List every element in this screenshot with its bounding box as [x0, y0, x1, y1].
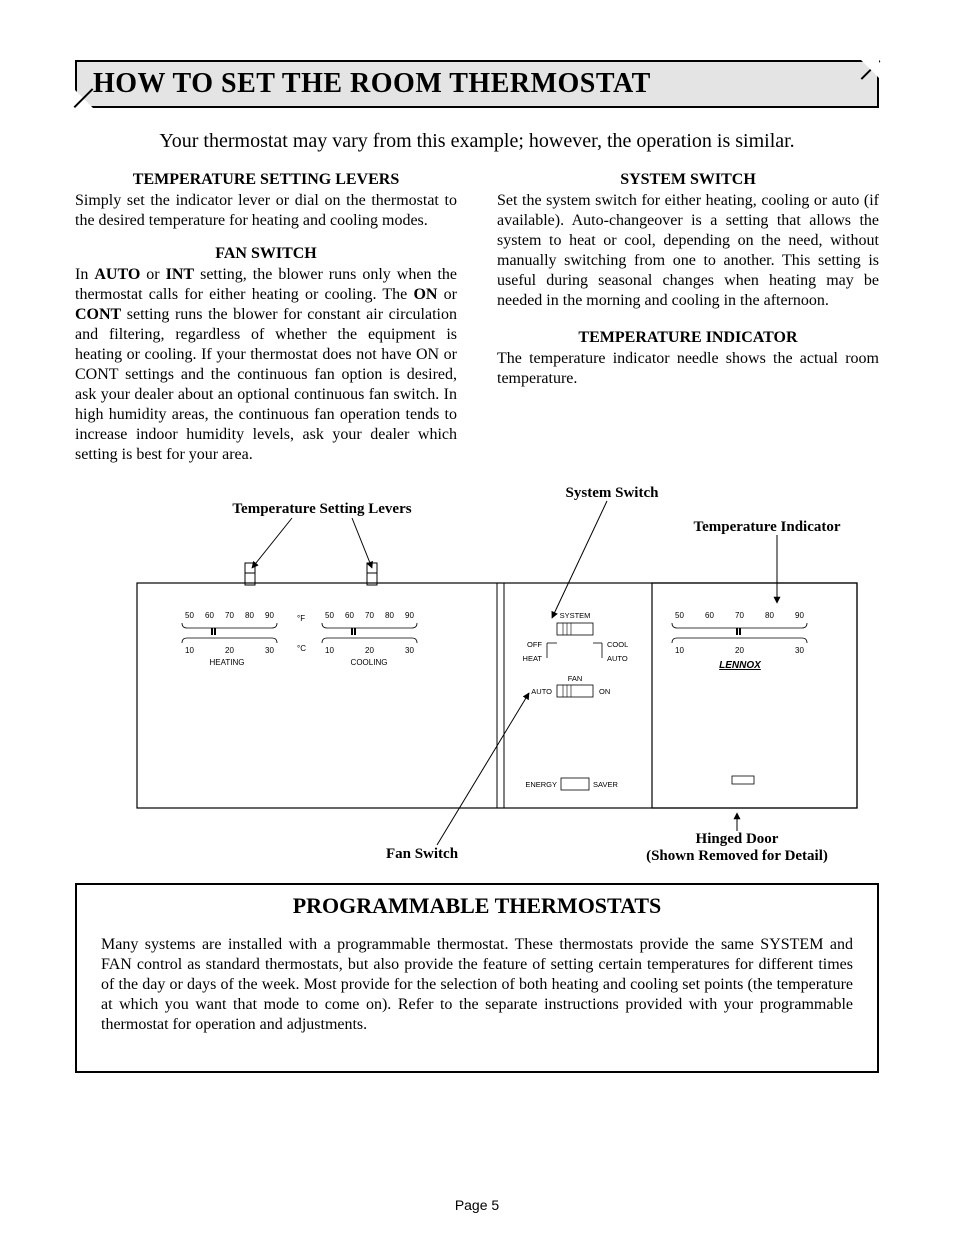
bold: AUTO: [94, 266, 140, 283]
svg-text:90: 90: [795, 611, 804, 620]
svg-text:50: 50: [325, 611, 334, 620]
svg-text:AUTO: AUTO: [607, 654, 628, 663]
programmable-body: Many systems are installed with a progra…: [101, 935, 853, 1035]
svg-text:HEAT: HEAT: [523, 654, 543, 663]
right-column: SYSTEM SWITCH Set the system switch for …: [497, 171, 879, 479]
callout-hinged-door-2: (Shown Removed for Detail): [646, 848, 828, 864]
callout-temp-indicator: Temperature Indicator: [693, 519, 840, 535]
svg-text:80: 80: [765, 611, 774, 620]
system-switch-group: SYSTEM OFF HEAT COOL AUTO: [523, 611, 629, 663]
svg-text:10: 10: [185, 646, 194, 655]
text: In: [75, 266, 94, 283]
temp-levers-heading: TEMPERATURE SETTING LEVERS: [75, 171, 457, 189]
bold: ON: [413, 286, 437, 303]
programmable-heading: PROGRAMMABLE THERMOSTATS: [101, 893, 853, 919]
callout-system-switch: System Switch: [566, 485, 660, 501]
svg-text:20: 20: [365, 646, 374, 655]
two-column-body: TEMPERATURE SETTING LEVERS Simply set th…: [75, 171, 879, 479]
svg-text:SAVER: SAVER: [593, 780, 618, 789]
brand-label: LENNOX: [719, 660, 762, 671]
svg-text:AUTO: AUTO: [531, 687, 552, 696]
svg-text:OFF: OFF: [527, 640, 542, 649]
svg-text:70: 70: [365, 611, 374, 620]
svg-text:50: 50: [675, 611, 684, 620]
thermostat-diagram: Temperature Setting Levers System Switch…: [75, 483, 879, 873]
svg-text:90: 90: [405, 611, 414, 620]
system-switch-body: Set the system switch for either heating…: [497, 191, 879, 311]
svg-text:10: 10: [325, 646, 334, 655]
svg-text:90: 90: [265, 611, 274, 620]
left-column: TEMPERATURE SETTING LEVERS Simply set th…: [75, 171, 457, 479]
svg-text:80: 80: [245, 611, 254, 620]
text: setting runs the blower for constant air…: [75, 306, 457, 463]
cooling-scale: 50 60 70 80 90 10 20 30 COOLING: [322, 611, 417, 667]
callout-fan-switch: Fan Switch: [386, 846, 459, 862]
svg-text:10: 10: [675, 646, 684, 655]
fan-switch-group: FAN AUTO ON: [531, 674, 610, 697]
unit-f: °F: [297, 614, 305, 623]
svg-text:ON: ON: [599, 687, 610, 696]
svg-text:60: 60: [345, 611, 354, 620]
svg-text:70: 70: [735, 611, 744, 620]
programmable-box: PROGRAMMABLE THERMOSTATS Many systems ar…: [75, 883, 879, 1073]
fan-switch-body: In AUTO or INT setting, the blower runs …: [75, 265, 457, 465]
heating-scale: 50 60 70 80 90 10 20 30 HEATING: [182, 611, 277, 667]
temp-levers-body: Simply set the indicator lever or dial o…: [75, 191, 457, 231]
system-switch-heading: SYSTEM SWITCH: [497, 171, 879, 189]
svg-text:FAN: FAN: [568, 674, 583, 683]
cooling-label: COOLING: [351, 658, 388, 667]
unit-c: °C: [297, 644, 306, 653]
callout-hinged-door-1: Hinged Door: [696, 831, 779, 847]
svg-text:20: 20: [225, 646, 234, 655]
bold: CONT: [75, 306, 121, 323]
energy-saver-group: ENERGY SAVER: [525, 778, 618, 790]
temp-indicator-heading: TEMPERATURE INDICATOR: [497, 329, 879, 347]
temp-indicator-body: The temperature indicator needle shows t…: [497, 349, 879, 389]
text: or: [140, 266, 165, 283]
intro-text: Your thermostat may vary from this examp…: [75, 130, 879, 153]
svg-text:80: 80: [385, 611, 394, 620]
svg-text:COOL: COOL: [607, 640, 628, 649]
page-title-banner: HOW TO SET THE ROOM THERMOSTAT: [75, 60, 879, 108]
svg-text:ENERGY: ENERGY: [525, 780, 557, 789]
svg-text:SYSTEM: SYSTEM: [560, 611, 591, 620]
fan-switch-heading: FAN SWITCH: [75, 245, 457, 263]
svg-text:60: 60: [205, 611, 214, 620]
lever-icon: [367, 563, 377, 585]
page-title: HOW TO SET THE ROOM THERMOSTAT: [93, 68, 651, 99]
svg-text:70: 70: [225, 611, 234, 620]
svg-text:50: 50: [185, 611, 194, 620]
heating-label: HEATING: [210, 658, 245, 667]
svg-text:30: 30: [795, 646, 804, 655]
svg-text:60: 60: [705, 611, 714, 620]
callout-temp-levers: Temperature Setting Levers: [232, 501, 411, 517]
indicator-scale: 50 60 70 80 90 10 20 30: [672, 611, 807, 655]
svg-text:20: 20: [735, 646, 744, 655]
page-number: Page 5: [0, 1197, 954, 1213]
door-slot-icon: [732, 776, 754, 784]
text: or: [437, 286, 457, 303]
bold: INT: [166, 266, 194, 283]
manual-page: HOW TO SET THE ROOM THERMOSTAT Your ther…: [0, 0, 954, 1235]
svg-text:30: 30: [265, 646, 274, 655]
svg-text:30: 30: [405, 646, 414, 655]
